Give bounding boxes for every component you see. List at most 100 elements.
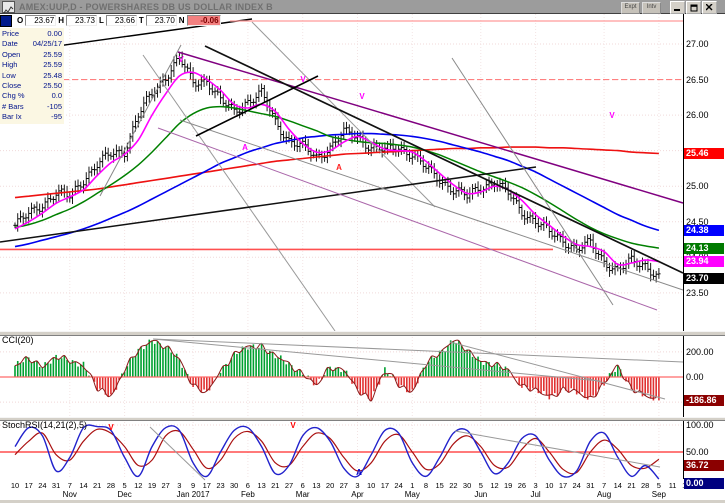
data-panel-label: # Bars (2, 102, 24, 112)
data-panel-value: 04/25/17 (33, 39, 62, 49)
price-trendline (452, 58, 613, 305)
data-panel-row: # Bars -105 (2, 102, 62, 112)
quote-field-value-T: 23.70 (146, 15, 177, 26)
quote-bar: O23.67H23.73L23.66T23.70N-0.06 (0, 14, 221, 27)
data-panel-row: Close 25.50 (2, 81, 62, 91)
panel-separator-1[interactable] (0, 331, 725, 336)
data-panel-label: Date (2, 39, 18, 49)
date-axis: 1017243171421285121927391723306132127613… (0, 479, 725, 500)
x-axis-month-label: Jun (461, 490, 501, 499)
axis-badge: 25.46 (684, 148, 724, 159)
price-trendline (100, 45, 181, 196)
quote-field-label-O: O (17, 16, 23, 25)
data-panel-row: Date 04/25/17 (2, 39, 62, 49)
data-panel-value: 0.00 (47, 29, 62, 39)
data-panel-label: Bar Ix (2, 112, 22, 122)
data-panel-row: Bar Ix -95 (2, 112, 62, 122)
axis-badge: 0.00 (684, 478, 724, 489)
quote-field-value-L: 23.66 (106, 15, 137, 26)
pivot-marker-V: V (609, 111, 615, 120)
title-bar: AMEX:UUP,D - POWERSHARES DB US DOLLAR IN… (0, 0, 725, 14)
quote-field-value-O: 23.67 (25, 15, 56, 26)
price-axis-label: 23.50 (686, 288, 709, 298)
x-axis-month-label: May (392, 490, 432, 499)
data-panel-label: Chg % (2, 91, 25, 101)
data-panel-label: High (2, 60, 17, 70)
minimize-button[interactable] (670, 1, 685, 14)
data-panel-row: Price 0.00 (2, 29, 62, 39)
quote-field-label-T: T (139, 16, 144, 25)
axis-badge: 23.70 (684, 273, 724, 284)
x-axis-month-label: Mar (283, 490, 323, 499)
price-trendline (143, 55, 335, 331)
ma-line-ma_200 (15, 147, 659, 198)
x-axis-month-label: Aug (584, 490, 624, 499)
pivot-marker-A: A (336, 163, 342, 172)
expt-button[interactable]: Expt (621, 2, 640, 14)
stochrsi-line-slow (15, 429, 659, 474)
restore-button[interactable] (686, 1, 701, 14)
cci-panel-label: CCI(20) (2, 335, 34, 345)
chart-window: V V V V A A V V A AMEX:UUP,D - POWERSHARES DB US… (0, 0, 725, 503)
close-button[interactable] (702, 1, 717, 14)
stoch-axis-label: 50.00 (686, 447, 709, 457)
quote-field-label-L: L (99, 16, 104, 25)
data-panel-value: 25.50 (43, 81, 62, 91)
quote-field-label-N: N (179, 16, 185, 25)
data-panel-value: 0.0 (52, 91, 62, 101)
x-axis-month-label: Jul (516, 490, 556, 499)
cci-axis-label: 200.00 (686, 347, 714, 357)
price-trendline (178, 52, 683, 203)
price-axis-label: 26.50 (686, 75, 709, 85)
x-axis-month-label: Nov (50, 490, 90, 499)
pivot-marker-V: V (108, 423, 114, 432)
data-panel-value: 25.59 (43, 60, 62, 70)
data-panel-value: -105 (47, 102, 62, 112)
data-panel-label: Close (2, 81, 21, 91)
data-panel-value: 25.59 (43, 50, 62, 60)
chart-canvas[interactable]: V V V V A A V V A (0, 0, 725, 503)
window-title: AMEX:UUP,D - POWERSHARES DB US DOLLAR IN… (19, 2, 273, 12)
price-axis-label: 26.00 (686, 110, 709, 120)
pivot-marker-V: V (290, 421, 296, 430)
pivot-marker-V: V (359, 92, 365, 101)
intv-button[interactable]: Intv (642, 2, 661, 14)
quote-field-label-H: H (58, 16, 64, 25)
data-panel-row: Chg % 0.0 (2, 91, 62, 101)
data-panel-label: Open (2, 50, 20, 60)
data-panel-row: Low 25.48 (2, 71, 62, 81)
axis-badge: 24.38 (684, 225, 724, 236)
pivot-marker-A: A (242, 143, 248, 152)
data-panel-value: -95 (51, 112, 62, 122)
price-trendline (158, 128, 657, 310)
price-trendline (180, 120, 683, 290)
price-axis-label: 27.00 (686, 39, 709, 49)
stochrsi-panel-label: StochRSI(14,21(2),5) (2, 420, 87, 430)
x-axis-month-label: Feb (228, 490, 268, 499)
cci-axis-label: 0.00 (686, 372, 704, 382)
window-bottom-edge (0, 499, 725, 503)
panel-separator-2[interactable] (0, 417, 725, 421)
app-icon (2, 1, 15, 13)
data-panel-label: Price (2, 29, 19, 39)
quote-field-value-N: -0.06 (187, 15, 221, 26)
price-trendline (0, 167, 536, 242)
data-panel-row: Open 25.59 (2, 50, 62, 60)
quote-field-value-H: 23.73 (66, 15, 97, 26)
pivot-marker-V: V (300, 75, 306, 84)
data-readout-panel: Price0.00Date04/25/17Open25.59High25.59L… (0, 28, 64, 124)
stoch-axis-label: 100.00 (686, 420, 714, 430)
pivot-marker-A: A (356, 468, 362, 477)
axis-badge: 36.72 (684, 460, 724, 471)
pivot-marker-V: V (178, 55, 184, 64)
stoch-trendline (150, 427, 205, 480)
price-axis-label: 25.00 (686, 181, 709, 191)
x-axis-month-label: Dec (105, 490, 145, 499)
data-panel-label: Low (2, 71, 16, 81)
data-panel-row: High 25.59 (2, 60, 62, 70)
data-panel-value: 25.48 (43, 71, 62, 81)
x-axis-month-label: Sep (639, 490, 679, 499)
symbol-color-chip (0, 15, 12, 27)
axis-badge: 23.94 (684, 256, 724, 267)
price-axis: 27.0026.5026.0025.0024.5024.0023.5025.46… (684, 0, 725, 503)
